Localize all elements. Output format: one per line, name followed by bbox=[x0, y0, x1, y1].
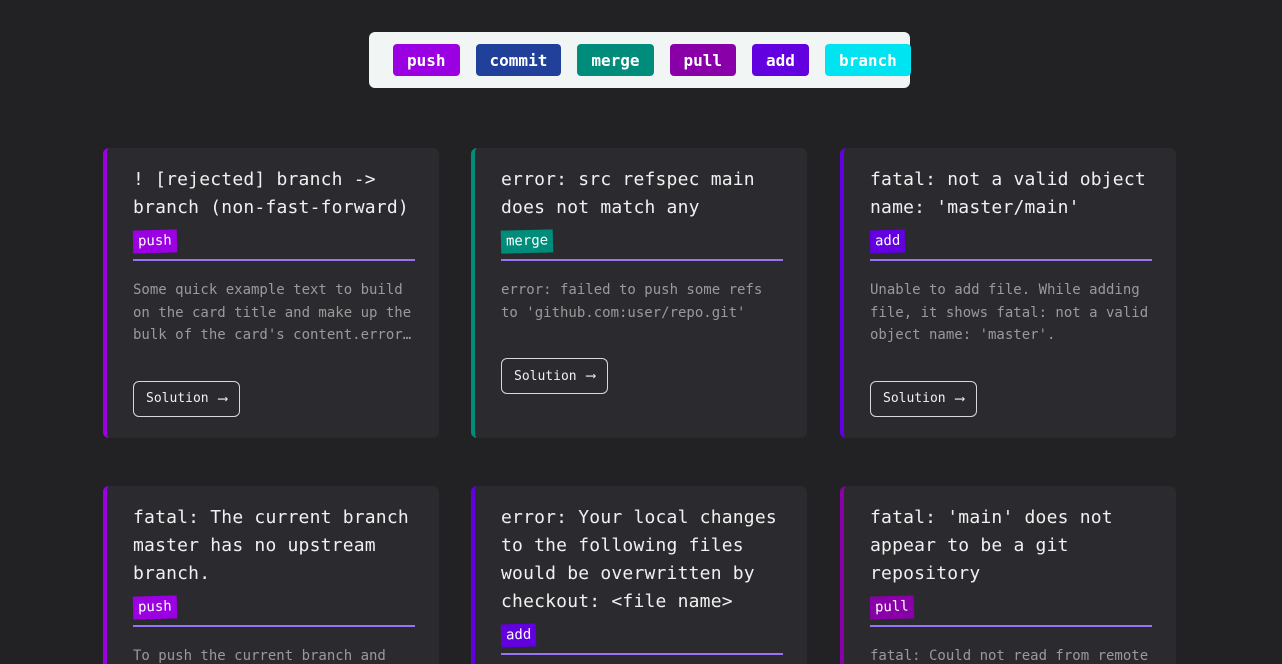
card-title: ! [rejected] branch -> branch (non-fast-… bbox=[133, 169, 409, 218]
card-title: fatal: The current branch master has no … bbox=[133, 507, 409, 584]
filter-button-commit[interactable]: commit bbox=[475, 44, 562, 76]
filter-bar: push commit merge pull add branch bbox=[369, 32, 911, 88]
card-tag: merge bbox=[500, 229, 554, 254]
filter-button-add[interactable]: add bbox=[752, 44, 809, 76]
solution-button-label: Solution bbox=[146, 391, 209, 406]
arrow-right-icon: ⟶ bbox=[218, 390, 228, 407]
solution-button-label: Solution bbox=[883, 391, 946, 406]
solution-button[interactable]: Solution ⟶ bbox=[133, 380, 241, 417]
card-description: fatal: Could not read from remote bbox=[870, 648, 1149, 664]
card-divider bbox=[133, 625, 415, 627]
card-tag: add bbox=[869, 229, 906, 254]
card-tag: push bbox=[132, 595, 178, 620]
error-card: error: Your local changes to the followi… bbox=[471, 486, 807, 664]
arrow-right-icon: ⟶ bbox=[586, 368, 596, 384]
card-title: error: Your local changes to the followi… bbox=[501, 507, 777, 612]
error-card: fatal: 'main' does not appear to be a gi… bbox=[840, 486, 1176, 664]
card-description: error: failed to push some refs to 'gith… bbox=[501, 282, 763, 321]
solution-button-label: Solution bbox=[514, 368, 577, 384]
filter-button-pull[interactable]: pull bbox=[669, 44, 737, 76]
error-card: fatal: not a valid object name: 'master/… bbox=[840, 148, 1176, 438]
card-description: To push the current branch and bbox=[133, 648, 386, 664]
card-tag: add bbox=[500, 623, 537, 648]
filter-button-branch[interactable]: branch bbox=[824, 44, 911, 76]
card-title: fatal: not a valid object name: 'master/… bbox=[870, 169, 1146, 218]
solution-button[interactable]: Solution ⟶ bbox=[870, 380, 978, 417]
card-divider bbox=[870, 625, 1152, 627]
card-tag: push bbox=[132, 229, 178, 254]
error-card: fatal: The current branch master has no … bbox=[103, 486, 439, 664]
card-divider bbox=[501, 653, 783, 655]
card-title: error: src refspec main does not match a… bbox=[501, 169, 755, 218]
filter-button-push[interactable]: push bbox=[393, 44, 460, 76]
card-divider bbox=[501, 259, 783, 261]
card-divider bbox=[133, 259, 415, 261]
card-divider bbox=[870, 259, 1152, 261]
card-tag: pull bbox=[869, 595, 915, 620]
error-card: error: src refspec main does not match a… bbox=[471, 148, 807, 438]
filter-button-merge[interactable]: merge bbox=[577, 44, 654, 76]
card-title: fatal: 'main' does not appear to be a gi… bbox=[870, 507, 1113, 584]
card-description: Some quick example text to build on the … bbox=[133, 282, 412, 343]
solution-button[interactable]: Solution ⟶ bbox=[501, 358, 609, 394]
arrow-right-icon: ⟶ bbox=[955, 390, 965, 407]
card-description: Unable to add file. While adding file, i… bbox=[870, 282, 1149, 343]
error-card: ! [rejected] branch -> branch (non-fast-… bbox=[103, 148, 439, 438]
